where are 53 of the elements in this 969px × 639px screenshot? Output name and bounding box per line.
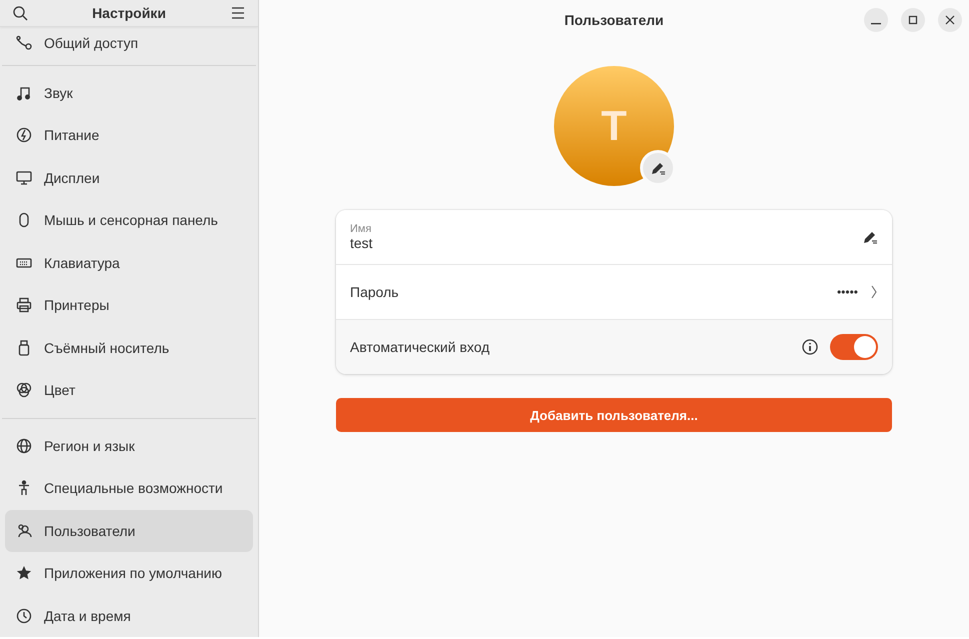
- sidebar-item[interactable]: Принтеры: [5, 284, 253, 326]
- users-icon: [16, 522, 32, 539]
- sidebar-item[interactable]: Клавиатура: [5, 242, 253, 284]
- search-button[interactable]: [12, 4, 28, 21]
- maximize-button[interactable]: [901, 8, 925, 32]
- sidebar-item[interactable]: Дата и время: [5, 594, 253, 637]
- field-label: Имя: [350, 223, 372, 235]
- search-icon: [12, 4, 28, 21]
- clock-icon: [16, 608, 32, 624]
- accessibility-icon: [16, 480, 32, 496]
- sidebar-item[interactable]: Пользователи: [5, 510, 253, 552]
- maximize-icon: [908, 15, 918, 25]
- minimize-button[interactable]: [864, 8, 888, 32]
- row-label: Автоматический вход: [350, 339, 491, 355]
- sidebar-item[interactable]: Приложения по умолчанию: [5, 552, 253, 594]
- chevron-right-icon: [870, 284, 878, 300]
- sidebar-item[interactable]: Дисплеи: [5, 156, 253, 199]
- sidebar-item[interactable]: Съёмный носитель: [5, 326, 253, 369]
- menu-button[interactable]: [230, 4, 246, 21]
- color-wheel-icon: [16, 382, 32, 398]
- sidebar-title: Настройки: [92, 4, 166, 21]
- star-icon: [16, 565, 32, 582]
- sidebar-item[interactable]: Мышь и сенсорная панель: [5, 199, 253, 242]
- sidebar-item[interactable]: Звук: [5, 72, 253, 114]
- sidebar-item[interactable]: Питание: [5, 114, 253, 156]
- minimize-icon: [871, 23, 881, 25]
- name-value: test: [350, 235, 374, 251]
- edit-name-button[interactable]: [862, 229, 878, 245]
- autologin-switch[interactable]: [830, 334, 878, 360]
- add-user-button[interactable]: Добавить пользователя...: [336, 398, 892, 432]
- share-icon: [16, 34, 32, 50]
- row-label: Пароль: [350, 284, 400, 300]
- password-row[interactable]: Пароль •••••: [336, 264, 892, 319]
- sidebar-item[interactable]: Регион и язык: [5, 424, 253, 467]
- usb-drive-icon: [16, 340, 32, 356]
- info-icon: [802, 339, 818, 355]
- close-button[interactable]: [938, 8, 962, 32]
- pencil-icon: [650, 160, 666, 176]
- window-title: Пользователи: [564, 12, 664, 28]
- avatar: T: [554, 66, 674, 186]
- lightning-icon: [16, 127, 32, 144]
- music-note-icon: [16, 84, 32, 101]
- close-icon: [945, 15, 955, 25]
- info-button[interactable]: [802, 339, 818, 355]
- globe-icon: [16, 438, 32, 454]
- printer-icon: [16, 297, 32, 314]
- sidebar-item[interactable]: Специальные возможности: [5, 467, 253, 510]
- menu-icon: [230, 4, 246, 21]
- sidebar-item[interactable]: Общий доступ: [5, 26, 253, 58]
- password-dots: •••••: [836, 285, 858, 299]
- monitor-icon: [16, 170, 32, 186]
- pencil-icon: [862, 229, 878, 245]
- sidebar-item[interactable]: Цвет: [5, 369, 253, 412]
